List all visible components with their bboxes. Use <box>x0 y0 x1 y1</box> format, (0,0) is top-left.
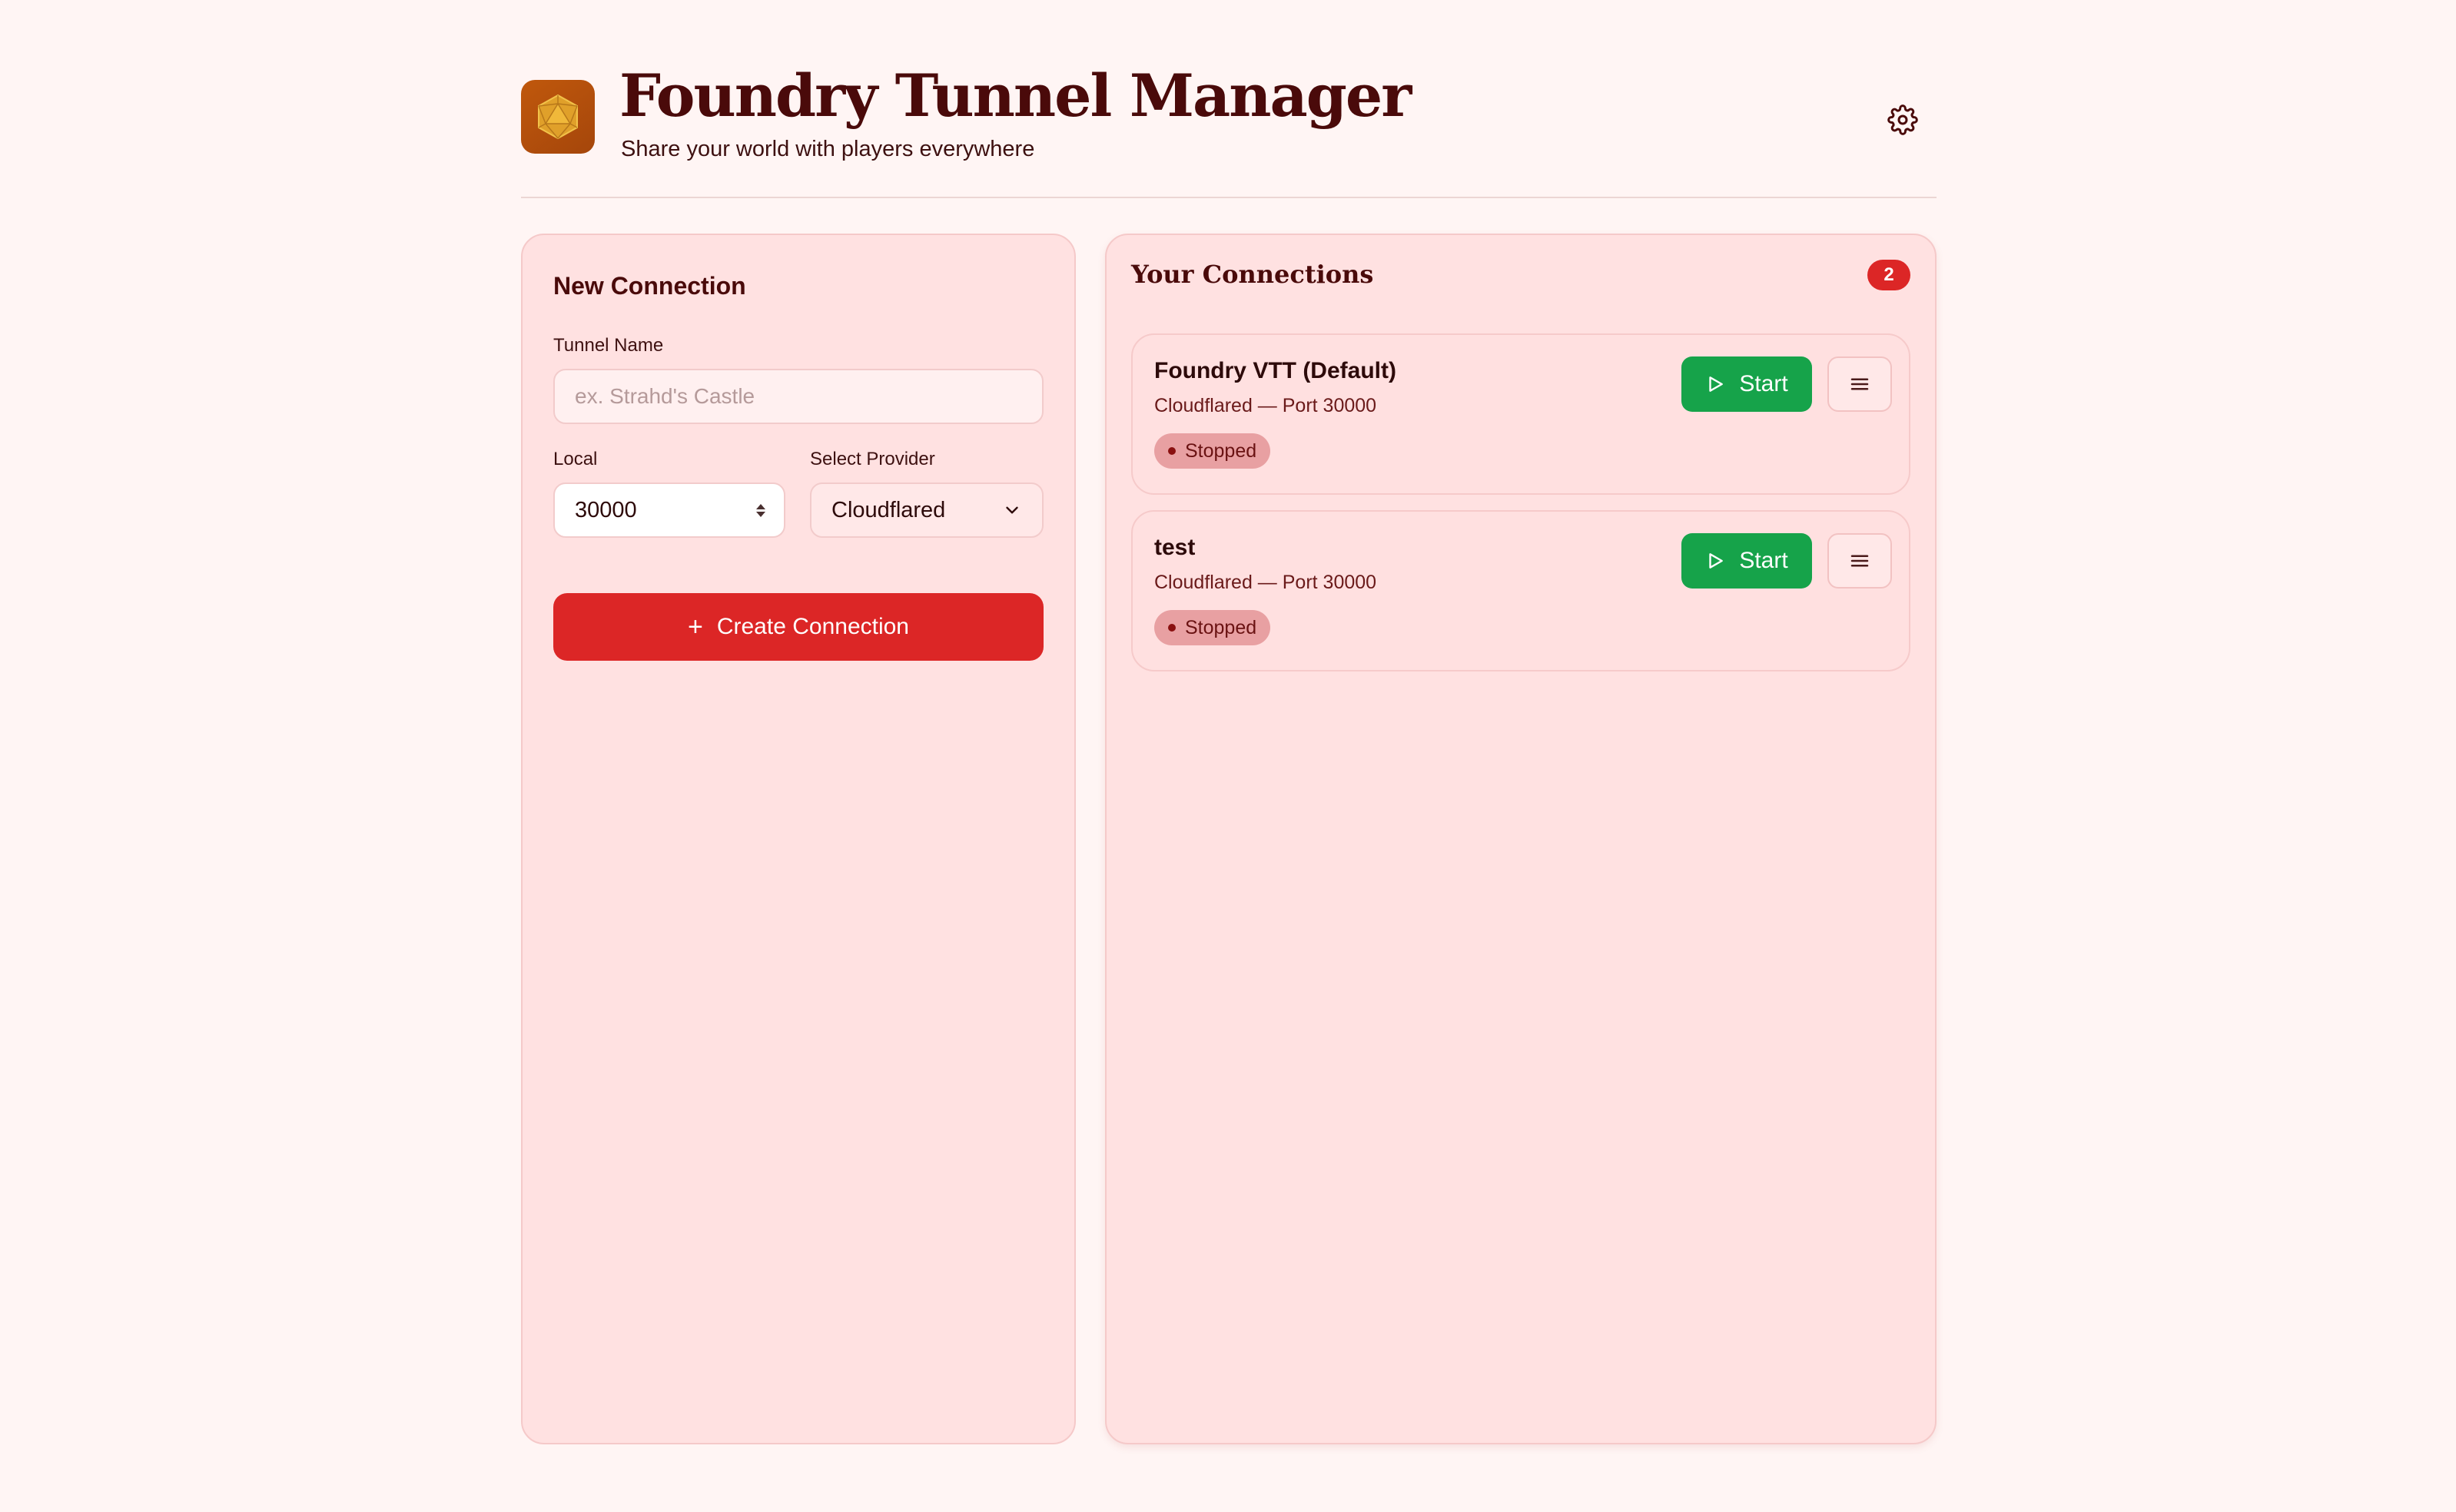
menu-icon <box>1850 378 1869 390</box>
play-icon <box>1709 376 1724 392</box>
connection-meta: Cloudflared — Port 30000 <box>1154 395 1377 416</box>
provider-select-value: Cloudflared <box>831 497 946 522</box>
port-stepper-icon[interactable] <box>756 503 765 517</box>
app-subtitle: Share your world with players everywhere <box>621 137 1035 161</box>
settings-button[interactable] <box>1881 98 1924 141</box>
d20-icon <box>521 80 595 154</box>
connections-panel: Your Connections 2 Foundry VTT (Default)… <box>1105 234 1937 1444</box>
status-label: Stopped <box>1185 616 1257 638</box>
local-port-input[interactable]: 30000 <box>553 482 785 538</box>
status-label: Stopped <box>1185 439 1257 462</box>
connection-name: test <box>1154 535 1196 560</box>
plus-icon: + <box>687 612 703 642</box>
local-port-value: 30000 <box>575 497 637 522</box>
chevron-down-icon <box>1006 506 1018 514</box>
gear-icon <box>1887 104 1918 135</box>
connection-menu-button[interactable] <box>1827 533 1892 589</box>
new-connection-heading: New Connection <box>553 272 746 300</box>
start-label: Start <box>1739 548 1788 573</box>
new-connection-panel: New Connection Tunnel Name Local 30000 S… <box>521 234 1076 1444</box>
status-dot-icon <box>1168 624 1176 632</box>
connection-meta: Cloudflared — Port 30000 <box>1154 572 1377 593</box>
app-header: Foundry Tunnel Manager Share your world … <box>521 61 1937 198</box>
provider-select[interactable]: Cloudflared <box>810 482 1044 538</box>
connection-count-badge: 2 <box>1867 260 1910 290</box>
provider-label: Select Provider <box>810 449 935 469</box>
connection-card: test Cloudflared — Port 30000 Stopped St… <box>1131 510 1910 671</box>
start-button[interactable]: Start <box>1681 356 1812 412</box>
connection-card: Foundry VTT (Default) Cloudflared — Port… <box>1131 333 1910 495</box>
connections-heading: Your Connections <box>1131 260 1374 289</box>
connection-menu-button[interactable] <box>1827 356 1892 412</box>
connection-name: Foundry VTT (Default) <box>1154 358 1396 383</box>
create-connection-button[interactable]: + Create Connection <box>553 593 1044 661</box>
play-icon <box>1709 553 1724 569</box>
create-connection-label: Create Connection <box>716 614 909 639</box>
tunnel-name-label: Tunnel Name <box>553 335 664 356</box>
app-title: Foundry Tunnel Manager <box>619 61 1412 130</box>
app-root: Foundry Tunnel Manager Share your world … <box>521 61 1937 1444</box>
local-port-label: Local <box>553 449 598 469</box>
status-badge: Stopped <box>1154 433 1271 469</box>
start-button[interactable]: Start <box>1681 533 1812 589</box>
menu-icon <box>1850 555 1869 567</box>
start-label: Start <box>1739 371 1788 396</box>
status-dot-icon <box>1168 447 1176 455</box>
status-badge: Stopped <box>1154 610 1271 645</box>
tunnel-name-input[interactable] <box>553 369 1044 424</box>
